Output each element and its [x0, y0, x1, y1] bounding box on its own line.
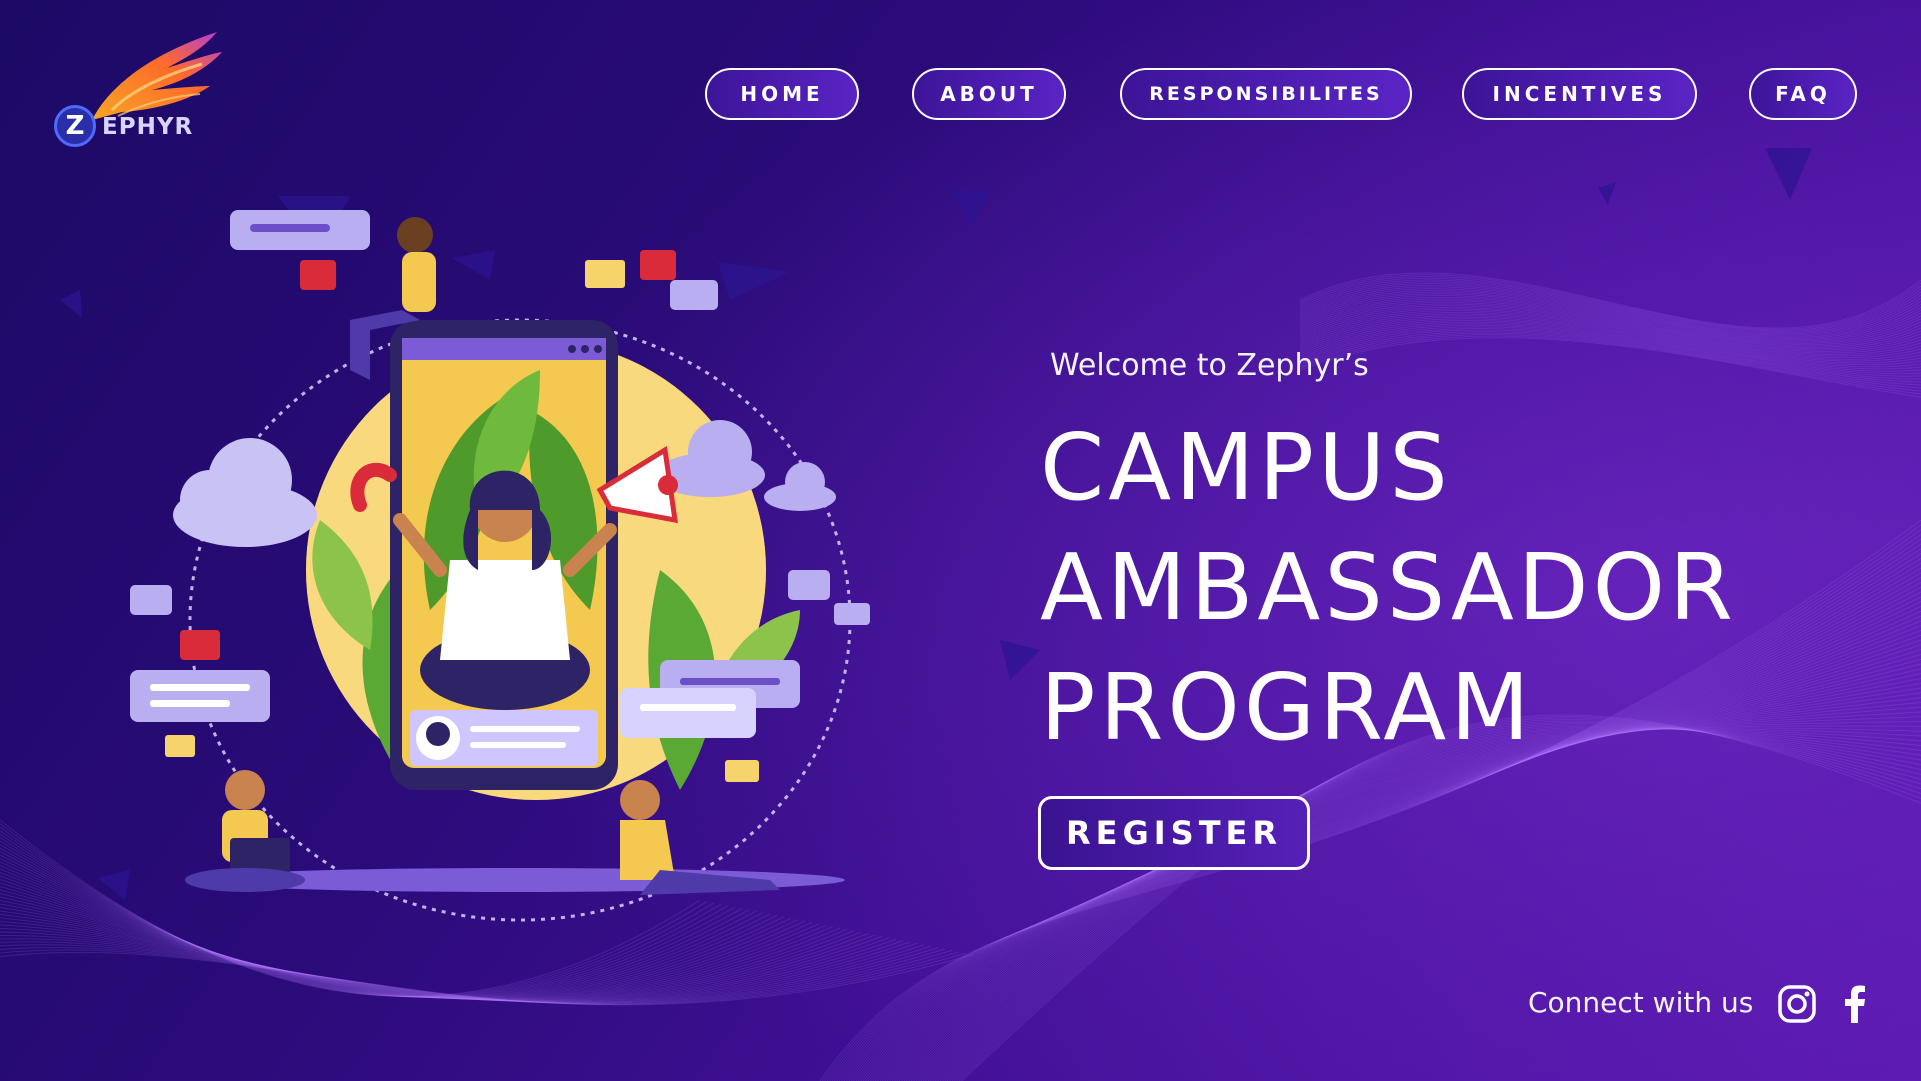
nav-incentives-button[interactable]: INCENTIVES	[1462, 68, 1697, 120]
title-line-1: CAMPUS	[1040, 414, 1452, 521]
page-title: CAMPUS AMBASSADOR PROGRAM	[1040, 408, 1737, 768]
welcome-text: Welcome to Zephyr’s	[1050, 348, 1369, 383]
nav-about-button[interactable]: ABOUT	[912, 68, 1066, 120]
nav-responsibilities-button[interactable]: RESPONSIBILITES	[1120, 68, 1412, 120]
nav-faq-button[interactable]: FAQ	[1749, 68, 1857, 120]
social-media-illustration	[130, 210, 870, 922]
nav-home-button[interactable]: HOME	[705, 68, 859, 120]
instagram-icon[interactable]	[1776, 983, 1818, 1025]
cloud-icon	[173, 438, 317, 547]
connect-label: Connect with us	[1528, 986, 1754, 1019]
title-line-3: PROGRAM	[1040, 654, 1534, 761]
facebook-icon[interactable]	[1834, 983, 1876, 1025]
landing-page: Z EPHYR HOME ABOUT RESPONSIBILITES INCEN…	[0, 0, 1921, 1081]
title-line-2: AMBASSADOR	[1040, 534, 1737, 641]
main-nav: HOME ABOUT RESPONSIBILITES INCENTIVES FA…	[0, 68, 1921, 122]
register-button[interactable]: REGISTER	[1038, 796, 1310, 870]
